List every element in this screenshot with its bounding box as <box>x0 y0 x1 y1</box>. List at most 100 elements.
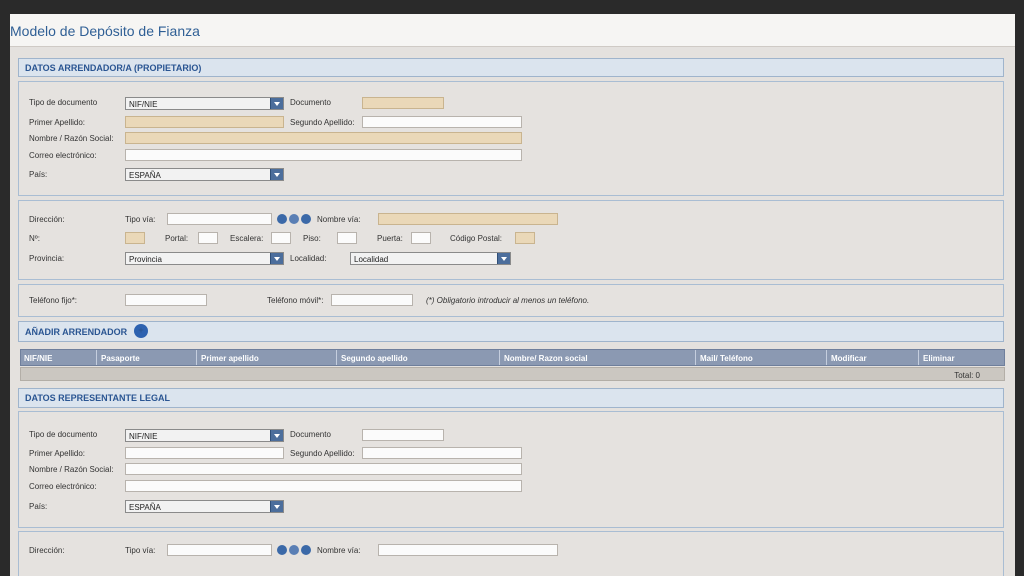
provincia-value: Provincia <box>129 255 162 264</box>
rep-segundo-apellido-input[interactable] <box>362 447 522 459</box>
puerta-label: Puerta: <box>377 234 403 243</box>
chevron-down-icon <box>270 169 283 180</box>
rep-pais-select[interactable]: ESPAÑA <box>125 500 284 513</box>
correo-label: Correo electrónico: <box>29 151 97 160</box>
documento-label: Documento <box>290 98 331 107</box>
form-window: Modelo de Depósito de Fianza DATOS ARREN… <box>10 14 1015 576</box>
segundo-apellido-input[interactable] <box>362 116 522 128</box>
piso-label: Piso: <box>303 234 321 243</box>
rep-nombre-label: Nombre / Razón Social: <box>29 465 114 474</box>
title-bar: Modelo de Depósito de Fianza <box>10 14 1015 47</box>
pais-label: País: <box>29 170 48 179</box>
telefono-movil-input[interactable] <box>331 294 413 306</box>
rep-pais-label: País: <box>29 502 48 511</box>
rep-tipo-via-label: Tipo vía: <box>125 546 156 555</box>
col-header: Eliminar <box>923 354 955 363</box>
representante-address-panel: Dirección: Tipo vía: Nombre vía: <box>18 531 1004 576</box>
search-icon[interactable] <box>277 545 287 555</box>
arrendadores-table-footer: Total: 0 <box>20 367 1005 381</box>
column-divider <box>96 350 97 365</box>
col-header: Pasaporte <box>101 354 140 363</box>
rep-nombre-via-input[interactable] <box>378 544 558 556</box>
rep-segundo-apellido-label: Segundo Apellido: <box>290 449 355 458</box>
rep-nombre-via-label: Nombre vía: <box>317 546 361 555</box>
tipo-via-input[interactable] <box>167 213 272 225</box>
rep-documento-input[interactable] <box>362 429 444 441</box>
section-title-representante: DATOS REPRESENTANTE LEGAL <box>25 393 171 403</box>
chevron-down-icon <box>270 430 283 441</box>
pais-value: ESPAÑA <box>129 171 161 180</box>
arrendador-personal-panel: Tipo de documento NIF/NIE Documento Prim… <box>18 81 1004 196</box>
segundo-apellido-label: Segundo Apellido: <box>290 118 355 127</box>
representante-personal-panel: Tipo de documento NIF/NIE Documento Prim… <box>18 411 1004 528</box>
rep-primer-apellido-input[interactable] <box>125 447 284 459</box>
nombre-via-input[interactable] <box>378 213 558 225</box>
chevron-down-icon <box>270 501 283 512</box>
brush-icon[interactable] <box>289 545 299 555</box>
arrendadores-table-header: NIF/NIE Pasaporte Primer apellido Segund… <box>20 349 1005 366</box>
column-divider <box>695 350 696 365</box>
telefono-fijo-label: Teléfono fijo*: <box>29 296 78 305</box>
section-header-representante: DATOS REPRESENTANTE LEGAL <box>18 388 1004 408</box>
column-divider <box>918 350 919 365</box>
chevron-down-icon <box>270 98 283 109</box>
column-divider <box>826 350 827 365</box>
arrendador-address-panel: Dirección: Tipo vía: Nombre vía: Nº: Por… <box>18 200 1004 280</box>
tipo-documento-label: Tipo de documento <box>29 98 98 107</box>
col-header: Segundo apellido <box>341 354 408 363</box>
rep-correo-input[interactable] <box>125 480 522 492</box>
escalera-label: Escalera: <box>230 234 264 243</box>
rep-primer-apellido-label: Primer Apellido: <box>29 449 86 458</box>
telefono-movil-label: Teléfono móvil*: <box>267 296 324 305</box>
primer-apellido-input[interactable] <box>125 116 284 128</box>
rep-nombre-input[interactable] <box>125 463 522 475</box>
col-header: NIF/NIE <box>24 354 53 363</box>
rep-direccion-label: Dirección: <box>29 546 65 555</box>
numero-input[interactable] <box>125 232 145 244</box>
documento-input[interactable] <box>362 97 444 109</box>
search-icon[interactable] <box>277 214 287 224</box>
primer-apellido-label: Primer Apellido: <box>29 118 86 127</box>
provincia-select[interactable]: Provincia <box>125 252 284 265</box>
rep-correo-label: Correo electrónico: <box>29 482 97 491</box>
col-header: Modificar <box>831 354 867 363</box>
rep-documento-label: Documento <box>290 430 331 439</box>
localidad-select[interactable]: Localidad <box>350 252 511 265</box>
portal-input[interactable] <box>198 232 218 244</box>
telefono-note: (*) Obligatorio introducir al menos un t… <box>426 296 590 305</box>
rep-tipo-via-input[interactable] <box>167 544 272 556</box>
telefono-fijo-input[interactable] <box>125 294 207 306</box>
col-header: Mail/ Teléfono <box>700 354 753 363</box>
codigo-postal-input[interactable] <box>515 232 535 244</box>
clear-icon[interactable] <box>301 545 311 555</box>
tipo-documento-value: NIF/NIE <box>129 100 158 109</box>
brush-icon[interactable] <box>289 214 299 224</box>
chevron-down-icon <box>270 253 283 264</box>
column-divider <box>196 350 197 365</box>
nombre-label: Nombre / Razón Social: <box>29 134 114 143</box>
correo-input[interactable] <box>125 149 522 161</box>
tipo-documento-select[interactable]: NIF/NIE <box>125 97 284 110</box>
localidad-label: Localidad: <box>290 254 327 263</box>
page-title: Modelo de Depósito de Fianza <box>10 23 200 39</box>
add-arrendador-label[interactable]: AÑADIR ARRENDADOR <box>25 327 127 337</box>
puerta-input[interactable] <box>411 232 431 244</box>
section-header-arrendador: DATOS ARRENDADOR/A (PROPIETARIO) <box>18 58 1004 77</box>
add-arrendador-bar: AÑADIR ARRENDADOR + <box>18 321 1004 342</box>
table-total: Total: 0 <box>954 371 980 380</box>
rep-tipo-documento-select[interactable]: NIF/NIE <box>125 429 284 442</box>
codigo-postal-label: Código Postal: <box>450 234 503 243</box>
nombre-input[interactable] <box>125 132 522 144</box>
pais-select[interactable]: ESPAÑA <box>125 168 284 181</box>
add-icon[interactable]: + <box>134 324 148 338</box>
arrendador-phone-panel: Teléfono fijo*: Teléfono móvil*: (*) Obl… <box>18 284 1004 317</box>
escalera-input[interactable] <box>271 232 291 244</box>
rep-tipo-documento-label: Tipo de documento <box>29 430 98 439</box>
column-divider <box>499 350 500 365</box>
portal-label: Portal: <box>165 234 189 243</box>
provincia-label: Provincia: <box>29 254 65 263</box>
clear-icon[interactable] <box>301 214 311 224</box>
rep-tipo-documento-value: NIF/NIE <box>129 432 158 441</box>
piso-input[interactable] <box>337 232 357 244</box>
nombre-via-label: Nombre vía: <box>317 215 361 224</box>
